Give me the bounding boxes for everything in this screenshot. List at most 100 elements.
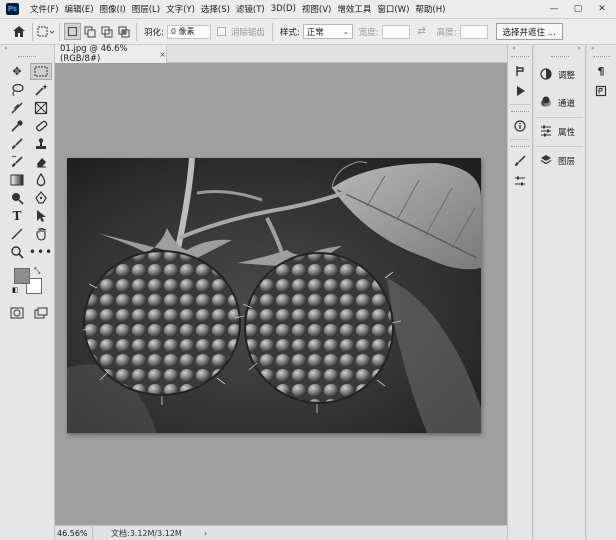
height-input[interactable] (459, 24, 488, 39)
menu-layer[interactable]: 图层(L) (129, 3, 163, 15)
properties-icon (540, 125, 554, 140)
separator (510, 139, 530, 140)
photoshop-logo: Ps (6, 3, 19, 15)
menu-help[interactable]: 帮助(H) (412, 3, 448, 15)
menu-type[interactable]: 文字(Y) (163, 3, 198, 15)
menu-view[interactable]: 视图(V) (299, 3, 334, 15)
feather-input[interactable]: 0 像素 (166, 24, 211, 39)
eraser-tool-icon[interactable] (30, 153, 52, 170)
document-image[interactable] (67, 158, 481, 433)
width-input[interactable] (381, 24, 410, 39)
panels-dock: » 调整 通道 属性 图层 (534, 45, 586, 540)
dodge-tool-icon[interactable] (6, 189, 28, 206)
style-select[interactable]: 正常 ⌄ (302, 24, 353, 39)
panel-grip[interactable] (508, 143, 532, 151)
foreground-color-swatch[interactable] (14, 268, 30, 284)
adjustments-sliders-icon[interactable] (508, 171, 532, 191)
menu-3d[interactable]: 3D(D) (268, 4, 299, 14)
zoom-tool-icon[interactable] (6, 243, 28, 260)
home-icon[interactable] (10, 23, 28, 41)
screen-mode-icon[interactable] (30, 304, 52, 321)
status-bar: 46.56% 文档:3.12M/3.12M › (55, 525, 507, 540)
panel-properties[interactable]: 属性 (534, 118, 585, 146)
canvas-area[interactable] (55, 63, 507, 525)
type-tool-icon[interactable]: T (6, 207, 28, 224)
actions-panel-icon[interactable] (508, 81, 532, 101)
new-selection-icon (68, 27, 77, 36)
stamp-tool-icon[interactable] (30, 135, 52, 152)
line-tool-icon[interactable] (6, 225, 28, 242)
eyedropper-tool-icon[interactable] (6, 117, 28, 134)
blur-tool-icon[interactable] (30, 171, 52, 188)
separator (271, 22, 273, 41)
magic-wand-tool-icon[interactable] (30, 81, 52, 98)
healing-brush-tool-icon[interactable] (30, 117, 52, 134)
color-swatches: ⤡ ◧ (12, 266, 54, 300)
close-button[interactable]: ✕ (592, 2, 612, 16)
swap-colors-icon[interactable]: ⤡ (34, 266, 40, 276)
more-tools-icon[interactable]: ••• (29, 243, 52, 260)
panel-grip[interactable] (534, 53, 585, 61)
add-selection-button[interactable] (81, 23, 98, 40)
panel-adjustments-label: 调整 (558, 71, 576, 81)
default-colors-icon[interactable]: ◧ (12, 286, 19, 294)
select-and-mask-button[interactable]: 选择并遮住 ... (495, 23, 563, 40)
restore-button[interactable]: ▢ (568, 2, 588, 16)
panel-grip[interactable] (508, 108, 532, 116)
separator (59, 22, 60, 41)
menu-filter[interactable]: 滤镜(T) (233, 3, 268, 15)
gradient-tool-icon[interactable] (6, 171, 28, 188)
hand-tool-icon[interactable] (30, 225, 52, 242)
style-value: 正常 (306, 27, 324, 38)
antialias-checkbox[interactable] (216, 27, 226, 36)
status-menu-arrow-icon[interactable]: › (204, 529, 207, 538)
glyphs-panel-icon[interactable] (587, 81, 615, 101)
paragraph-panel-icon[interactable]: ¶ (587, 61, 615, 81)
document-tab[interactable]: 01.jpg @ 46.6%(RGB/8#) × (55, 44, 167, 64)
zoom-level[interactable]: 46.56% (55, 526, 93, 540)
history-panel-icon[interactable] (508, 61, 532, 81)
path-selection-tool-icon[interactable] (30, 207, 52, 224)
collapse-arrows-icon[interactable]: « (0, 45, 54, 53)
panel-layers[interactable]: 图层 (534, 147, 585, 175)
document-info: 文档:3.12M/3.12M (111, 528, 182, 538)
history-brush-tool-icon[interactable] (6, 153, 28, 170)
minimize-button[interactable]: — (544, 2, 564, 16)
new-selection-button[interactable] (64, 23, 81, 40)
panel-grip[interactable] (0, 53, 54, 61)
brush-tool-icon[interactable] (6, 135, 28, 152)
lasso-tool-icon[interactable] (6, 81, 28, 98)
panel-grip[interactable] (587, 53, 616, 61)
layers-icon (540, 154, 554, 169)
slice-tool-icon[interactable] (6, 99, 28, 116)
options-bar: 羽化: 0 像素 消除锯齿 样式: 正常 ⌄ 宽度: ⇄ 高度: 选择并遮住 .… (0, 19, 616, 45)
panel-adjustments[interactable]: 调整 (534, 61, 585, 89)
collapse-arrows-icon[interactable]: « (587, 45, 616, 53)
panel-grip[interactable] (508, 53, 532, 61)
brush-settings-icon[interactable] (508, 151, 532, 171)
panel-properties-label: 属性 (558, 128, 576, 138)
swap-dimensions-icon[interactable]: ⇄ (413, 23, 431, 41)
quick-mask-icon[interactable] (6, 304, 28, 321)
menu-select[interactable]: 选择(S) (198, 3, 233, 15)
document-tab-title: 01.jpg @ 46.6%(RGB/8#) (60, 44, 128, 64)
close-tab-icon[interactable]: × (159, 50, 166, 59)
collapse-arrows-icon[interactable]: « (508, 45, 532, 53)
menu-file[interactable]: 文件(F) (27, 3, 62, 15)
panel-channels[interactable]: 通道 (534, 89, 585, 117)
intersect-selection-button[interactable] (115, 23, 132, 40)
info-panel-icon[interactable] (508, 116, 532, 136)
menu-image[interactable]: 图像(I) (97, 3, 129, 15)
menu-edit[interactable]: 编辑(E) (62, 3, 97, 15)
move-tool-icon[interactable]: ✥ (6, 63, 28, 80)
collapse-arrows-icon[interactable]: » (534, 45, 585, 53)
raspberry-photo (67, 158, 481, 433)
menu-plugins[interactable]: 增效工具 (334, 3, 374, 15)
menu-window[interactable]: 窗口(W) (374, 3, 412, 15)
pen-tool-icon[interactable] (30, 189, 52, 206)
marquee-tool-icon[interactable] (30, 63, 52, 80)
frame-tool-icon[interactable] (30, 99, 52, 116)
marquee-preset-icon[interactable] (37, 23, 55, 41)
document-tab-bar: « 01.jpg @ 46.6%(RGB/8#) × (55, 44, 507, 64)
subtract-selection-button[interactable] (98, 23, 115, 40)
